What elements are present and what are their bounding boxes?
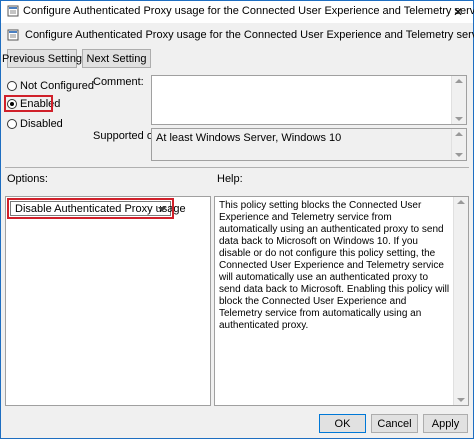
help-text: This policy setting blocks the Connected… [219,200,450,331]
options-label: Options: [7,173,48,185]
help-panel: This policy setting blocks the Connected… [214,196,469,406]
policy-icon [7,29,19,41]
comment-scrollbar[interactable] [451,76,466,124]
scroll-down-icon[interactable] [457,398,465,402]
scroll-down-icon[interactable] [455,117,463,121]
highlight-dropdown-outline [7,198,174,219]
scroll-up-icon[interactable] [457,200,465,204]
help-scrollbar[interactable] [453,197,468,405]
cancel-button[interactable]: Cancel [371,414,418,433]
next-setting-button[interactable]: Next Setting [82,49,151,68]
supported-scrollbar[interactable] [451,129,466,160]
supported-on-field: At least Windows Server, Windows 10 [151,128,467,161]
highlight-enabled-outline [4,95,53,112]
policy-name: Configure Authenticated Proxy usage for … [25,29,474,41]
radio-label-disabled: Disabled [20,118,63,130]
window-title: Configure Authenticated Proxy usage for … [23,5,474,17]
radio-label-not-configured: Not Configured [20,80,94,92]
radio-circle [7,119,17,129]
comment-label: Comment: [93,76,144,88]
scroll-down-icon[interactable] [455,153,463,157]
divider [5,167,469,168]
options-panel [5,196,211,406]
policy-dialog-window: Configure Authenticated Proxy usage for … [0,0,474,439]
comment-field[interactable] [151,75,467,125]
scroll-up-icon[interactable] [455,132,463,136]
radio-disabled[interactable]: Disabled [7,118,63,130]
help-label: Help: [217,173,243,185]
radio-circle [7,81,17,91]
scroll-up-icon[interactable] [455,79,463,83]
apply-button[interactable]: Apply [423,414,468,433]
close-icon: ✕ [452,5,464,19]
radio-not-configured[interactable]: Not Configured [7,80,94,92]
previous-setting-button[interactable]: Previous Setting [2,49,82,68]
title-bar: Configure Authenticated Proxy usage for … [1,1,474,23]
policy-icon [7,5,19,17]
ok-button[interactable]: OK [319,414,366,433]
supported-on-value: At least Windows Server, Windows 10 [156,132,342,144]
close-button[interactable]: ✕ [447,2,469,22]
